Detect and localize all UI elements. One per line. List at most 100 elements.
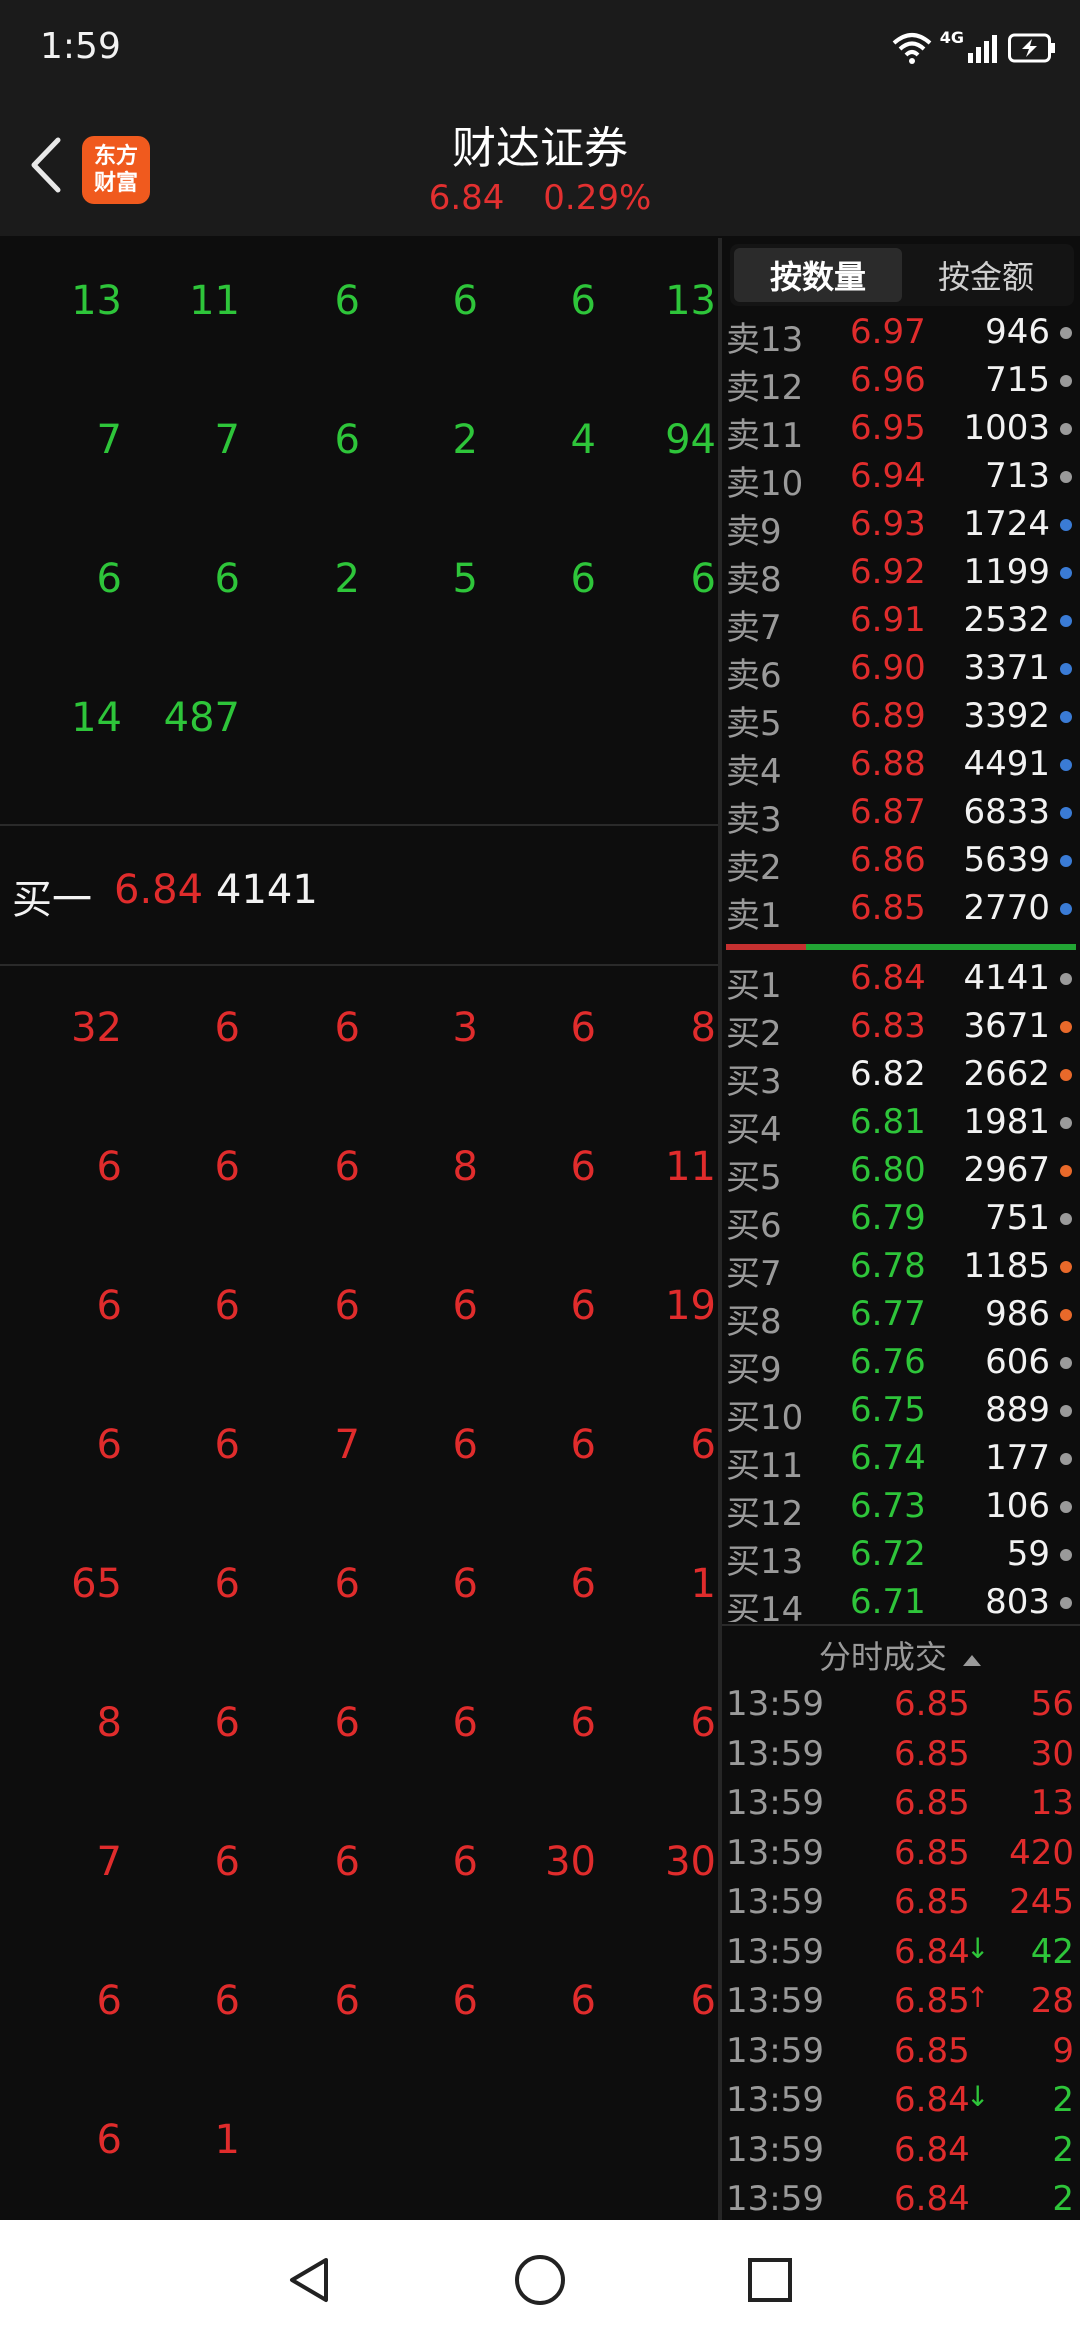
order-book-row[interactable]: 卖6 6.90 3371	[722, 644, 1080, 696]
buy-book[interactable]: 买1 6.84 4141 买2 6.83 3671 买3 6.82 2662 买4 6.81 1981…	[722, 954, 1080, 1622]
order-volume: 715	[985, 360, 1050, 400]
order-book-row[interactable]: 卖3 6.87 6833	[722, 788, 1080, 840]
order-book-row[interactable]: 卖4 6.88 4491	[722, 740, 1080, 792]
network-type-label: 4G	[939, 28, 964, 47]
trade-volume: 420	[1009, 1832, 1074, 1873]
queue-cell: 6	[334, 1839, 360, 1885]
order-book-row[interactable]: 买9 6.76 606	[722, 1338, 1080, 1390]
queue-cell: 11	[665, 1144, 716, 1190]
order-price: 6.95	[850, 408, 926, 448]
queue-cell: 6	[96, 2117, 122, 2163]
nav-home-button[interactable]	[504, 2244, 576, 2316]
order-level-label: 买12	[726, 1494, 804, 1534]
tab-by-amount[interactable]: 按金额	[902, 248, 1070, 302]
order-book-row[interactable]: 卖1 6.85 2770	[722, 884, 1080, 936]
trade-volume: 56	[1030, 1684, 1074, 1724]
order-level-label: 买2	[726, 1014, 782, 1054]
trade-price: 6.84	[894, 2129, 970, 2170]
queue-cell: 2	[334, 556, 360, 602]
order-book-row[interactable]: 卖5 6.89 3392	[722, 692, 1080, 744]
order-dot-icon	[1060, 1405, 1072, 1417]
order-book-row[interactable]: 买12 6.73 106	[722, 1482, 1080, 1534]
status-bar: 1:59 4G	[0, 0, 1080, 96]
queue-cell: 65	[71, 1561, 122, 1607]
tab-by-volume[interactable]: 按数量	[734, 248, 902, 302]
queue-cell: 1	[690, 1561, 716, 1607]
order-price: 6.86	[850, 840, 926, 880]
trade-row: 13:59 6.85 56	[722, 1680, 1080, 1729]
order-book-row[interactable]: 买6 6.79 751	[722, 1194, 1080, 1246]
order-level-label: 买13	[726, 1542, 804, 1582]
status-icons: 4G	[892, 24, 1056, 72]
order-book-row[interactable]: 卖8 6.92 1199	[722, 548, 1080, 600]
order-price: 6.94	[850, 456, 926, 496]
order-book-row[interactable]: 买10 6.75 889	[722, 1386, 1080, 1438]
queue-cell: 2	[452, 417, 478, 463]
order-level-label: 卖7	[726, 608, 782, 648]
trade-row: 13:59 6.85 9	[722, 2027, 1080, 2076]
queue-cell: 6	[452, 1978, 478, 2024]
home-circle-icon	[515, 2255, 565, 2305]
trades-header[interactable]: 分时成交	[722, 1624, 1080, 1678]
trade-time: 13:59	[726, 1981, 824, 2021]
order-book-row[interactable]: 买13 6.72 59	[722, 1530, 1080, 1582]
order-volume: 106	[985, 1486, 1050, 1526]
order-dot-icon	[1060, 973, 1072, 985]
order-dot-icon	[1060, 711, 1072, 723]
buy1-price: 6.84	[114, 867, 204, 913]
order-book-row[interactable]: 买5 6.80 2967	[722, 1146, 1080, 1198]
trade-time: 13:59	[726, 1931, 824, 1972]
queue-cell: 6	[214, 1561, 240, 1607]
order-book-row[interactable]: 卖10 6.94 713	[722, 452, 1080, 504]
recents-square-icon	[748, 2258, 792, 2302]
order-price: 6.87	[850, 792, 926, 832]
order-book-row[interactable]: 买2 6.83 3671	[722, 1002, 1080, 1054]
stock-name: 财达证券	[452, 123, 628, 174]
order-book-row[interactable]: 卖11 6.95 1003	[722, 404, 1080, 456]
order-book-row[interactable]: 卖7 6.91 2532	[722, 596, 1080, 648]
order-level-label: 买7	[726, 1254, 782, 1294]
trade-time: 13:59	[726, 1684, 824, 1724]
queue-cell: 13	[71, 278, 122, 324]
order-level-label: 卖5	[726, 704, 782, 744]
order-price: 6.89	[850, 696, 926, 736]
order-level-label: 卖2	[726, 848, 782, 888]
queue-cell: 8	[690, 1005, 716, 1051]
queue-cell: 30	[545, 1839, 596, 1885]
current-price: 6.84	[428, 178, 505, 218]
order-book-row[interactable]: 卖9 6.93 1724	[722, 500, 1080, 552]
ratio-bar-sell	[726, 944, 806, 950]
order-book-row[interactable]: 买11 6.74 177	[722, 1434, 1080, 1486]
nav-recents-button[interactable]	[734, 2244, 806, 2316]
trade-time: 13:59	[726, 2080, 824, 2120]
order-price: 6.93	[850, 504, 926, 544]
order-level-label: 买10	[726, 1398, 804, 1438]
queue-cell: 6	[214, 1283, 240, 1329]
order-book-row[interactable]: 买3 6.82 2662	[722, 1050, 1080, 1102]
queue-row: 6 6 6 8 6 11	[0, 1104, 718, 1243]
order-level-label: 买4	[726, 1110, 782, 1150]
order-book-row[interactable]: 卖13 6.97 946	[722, 308, 1080, 360]
order-book-row[interactable]: 买4 6.81 1981	[722, 1098, 1080, 1150]
trade-row: 13:59 6.85 ↑ 28	[722, 1977, 1080, 2026]
nav-back-button[interactable]	[274, 2244, 346, 2316]
trade-price: 6.85	[894, 2030, 970, 2071]
buy1-row: 买一 6.84 4141	[0, 825, 718, 964]
order-book-row[interactable]: 买8 6.77 986	[722, 1290, 1080, 1342]
queue-cell: 487	[163, 695, 240, 741]
queue-cell: 6	[452, 1422, 478, 1468]
order-volume: 3371	[963, 648, 1050, 688]
order-book-row[interactable]: 买14 6.71 803	[722, 1578, 1080, 1622]
order-book-row[interactable]: 卖2 6.86 5639	[722, 836, 1080, 888]
buy1-volume: 4141	[216, 867, 318, 913]
queue-cell: 6	[214, 1144, 240, 1190]
trade-time: 13:59	[726, 1783, 824, 1823]
trade-row: 13:59 6.85 420	[722, 1829, 1080, 1878]
queue-row: 65 6 6 6 6 1	[0, 1521, 718, 1660]
trade-price: 6.85	[894, 1832, 970, 1873]
order-book-row[interactable]: 卖12 6.96 715	[722, 356, 1080, 408]
order-volume: 751	[985, 1198, 1050, 1238]
order-book-row[interactable]: 买1 6.84 4141	[722, 954, 1080, 1006]
order-dot-icon	[1060, 519, 1072, 531]
order-book-row[interactable]: 买7 6.78 1185	[722, 1242, 1080, 1294]
